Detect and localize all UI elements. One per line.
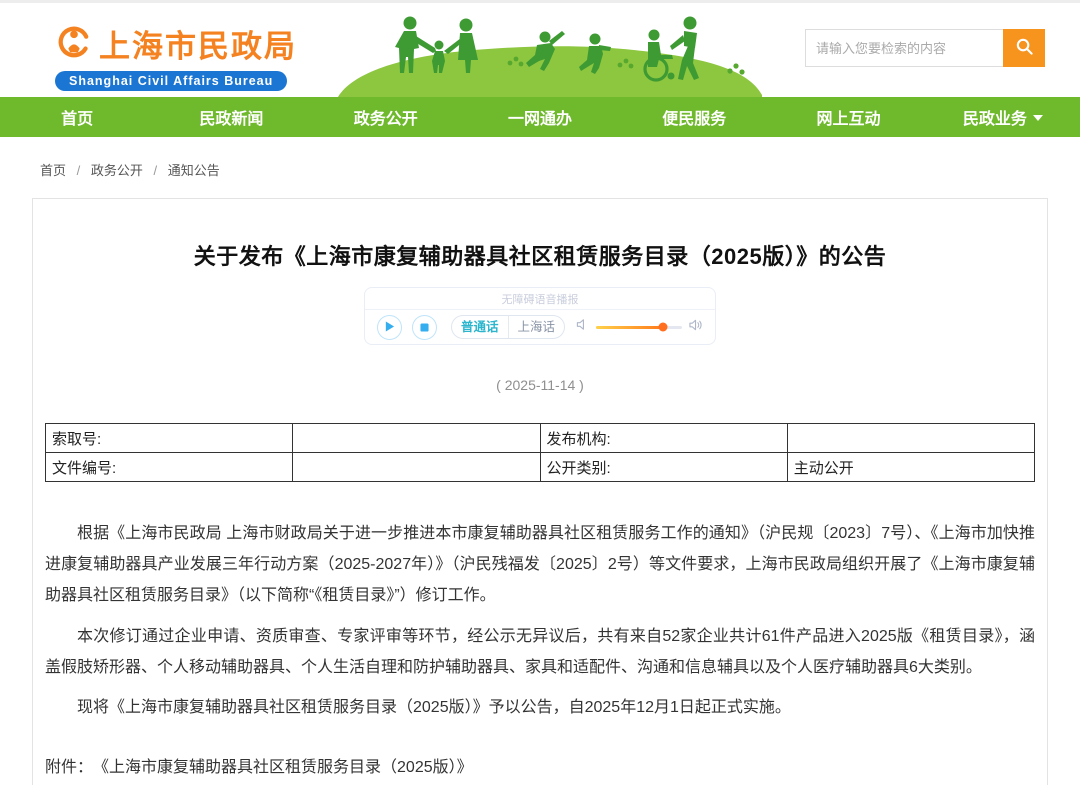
site-subtitle: Shanghai Civil Affairs Bureau — [55, 71, 287, 91]
site-header: 上海市民政局 Shanghai Civil Affairs Bureau — [0, 3, 1080, 97]
stop-icon — [420, 320, 429, 335]
volume-control — [576, 318, 703, 337]
article-container: 关于发布《上海市康复辅助器具社区租赁服务目录（2025版）》的公告 无障碍语音播… — [32, 198, 1048, 785]
attachment-line: 附件： 《上海市康复辅助器具社区租赁服务目录（2025版）》 — [45, 753, 1035, 777]
hands-emblem-icon — [55, 22, 93, 65]
breadcrumb: 首页 / 政务公开 / 通知公告 — [0, 137, 1080, 194]
meta-label-index-number: 索取号: — [46, 424, 293, 453]
attachment-label: 附件： — [45, 753, 93, 777]
meta-value-issuing-agency — [787, 424, 1034, 453]
table-row: 索取号: 发布机构: — [46, 424, 1035, 453]
article-body: 根据《上海市民政局 上海市财政局关于进一步推进本市康复辅助器具社区租赁服务工作的… — [45, 518, 1035, 723]
meta-value-index-number — [293, 424, 540, 453]
site-title: 上海市民政局 — [99, 21, 297, 66]
search-input[interactable] — [805, 29, 1003, 67]
nav-item-news[interactable]: 民政新闻 — [154, 97, 308, 137]
publish-date: ( 2025-11-14 ) — [45, 377, 1035, 393]
nav-item-civil-business[interactable]: 民政业务 — [926, 97, 1080, 137]
meta-label-disclosure-category: 公开类别: — [540, 453, 787, 482]
meta-label-document-number: 文件编号: — [46, 453, 293, 482]
site-logo[interactable]: 上海市民政局 Shanghai Civil Affairs Bureau — [55, 21, 297, 91]
audio-player-title: 无障碍语音播报 — [365, 288, 715, 310]
chevron-down-icon — [1033, 115, 1043, 121]
play-icon — [384, 320, 395, 335]
lang-option-shanghainese[interactable]: 上海话 — [508, 316, 565, 338]
breadcrumb-notices[interactable]: 通知公告 — [168, 163, 220, 178]
breadcrumb-separator: / — [77, 163, 81, 178]
nav-item-public-service[interactable]: 便民服务 — [617, 97, 771, 137]
speaker-loud-icon — [689, 318, 703, 337]
nav-item-online-interaction[interactable]: 网上互动 — [771, 97, 925, 137]
audio-player: 无障碍语音播报 普通话 上海话 — [364, 287, 716, 345]
paragraph-1: 根据《上海市民政局 上海市财政局关于进一步推进本市康复辅助器具社区租赁服务工作的… — [45, 518, 1035, 612]
meta-value-document-number — [293, 453, 540, 482]
breadcrumb-gov-affairs[interactable]: 政务公开 — [91, 163, 143, 178]
meta-value-disclosure-category: 主动公开 — [787, 453, 1034, 482]
table-row: 文件编号: 公开类别: 主动公开 — [46, 453, 1035, 482]
breadcrumb-separator: / — [154, 163, 158, 178]
document-meta-table: 索取号: 发布机构: 文件编号: 公开类别: 主动公开 — [45, 423, 1035, 482]
meta-label-issuing-agency: 发布机构: — [540, 424, 787, 453]
page-title: 关于发布《上海市康复辅助器具社区租赁服务目录（2025版）》的公告 — [45, 239, 1035, 271]
attachment-link[interactable]: 《上海市康复辅助器具社区租赁服务目录（2025版）》 — [93, 753, 473, 777]
search-button[interactable] — [1003, 29, 1045, 67]
lang-option-mandarin[interactable]: 普通话 — [452, 316, 508, 338]
nav-item-one-stop[interactable]: 一网通办 — [463, 97, 617, 137]
volume-slider[interactable] — [596, 326, 682, 329]
language-toggle: 普通话 上海话 — [451, 315, 565, 339]
play-button[interactable] — [377, 315, 402, 340]
search-icon — [1015, 37, 1034, 59]
paragraph-2: 本次修订通过企业申请、资质审查、专家评审等环节，经公示无异议后，共有来自52家企… — [45, 621, 1035, 683]
paragraph-3: 现将《上海市康复辅助器具社区租赁服务目录（2025版）》予以公告，自2025年1… — [45, 692, 1035, 723]
site-search — [805, 29, 1045, 67]
breadcrumb-home[interactable]: 首页 — [40, 163, 66, 178]
volume-slider-knob[interactable] — [659, 323, 668, 332]
speaker-low-icon — [576, 318, 589, 336]
main-nav: 首页 民政新闻 政务公开 一网通办 便民服务 网上互动 民政业务 — [0, 97, 1080, 137]
stop-button[interactable] — [412, 315, 437, 340]
volume-slider-fill — [596, 326, 663, 329]
nav-item-home[interactable]: 首页 — [0, 97, 154, 137]
nav-item-gov-affairs[interactable]: 政务公开 — [309, 97, 463, 137]
family-illustration — [338, 5, 762, 97]
